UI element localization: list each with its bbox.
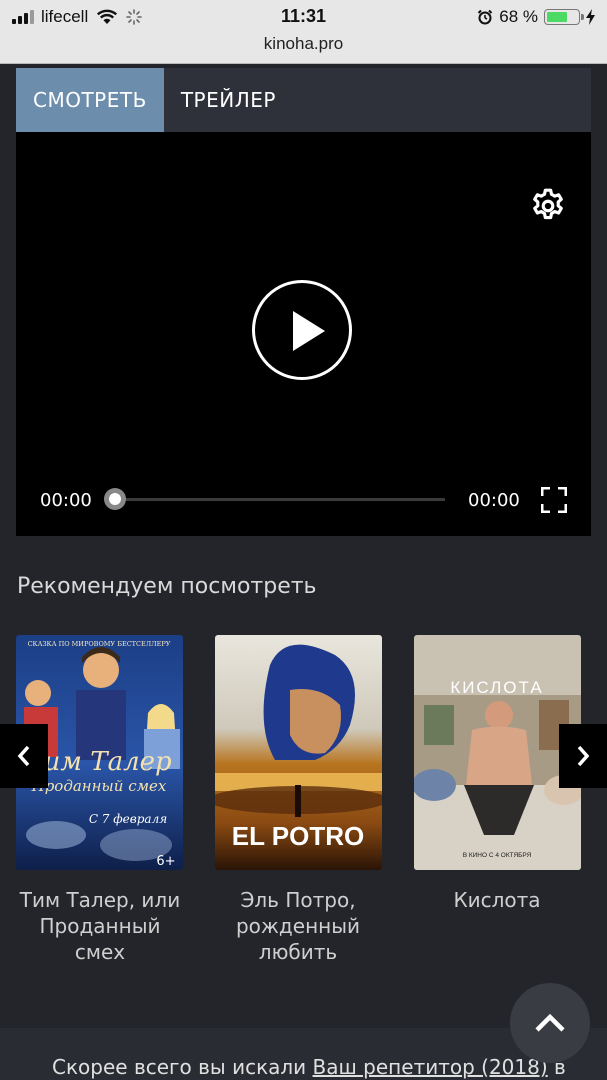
recommendations-title: Рекомендуем посмотреть	[17, 574, 317, 599]
charging-icon	[586, 9, 595, 25]
poster-image: КИСЛОТА В КИНО С 4 ОКТЯБРЯ	[414, 635, 581, 870]
poster-el-potro[interactable]: EL POTRO	[215, 635, 382, 870]
video-player[interactable]: 00:00 00:00	[16, 132, 591, 536]
carousel-prev-button[interactable]	[0, 724, 48, 788]
player-tabs: СМОТРЕТЬ ТРЕЙЛЕР	[16, 68, 591, 132]
card-title-el-potro[interactable]: Эль Потро, рожденный любить	[208, 887, 388, 965]
poster-tagline: СКАЗКА ПО МИРОВОМУ БЕСТСЕЛЛЕРУ	[28, 640, 171, 648]
footer-text: Скорее всего вы искали Ваш репетитор (20…	[52, 1055, 566, 1079]
title-line: смех	[74, 940, 126, 964]
title-line: Тим Талер, или	[19, 888, 181, 912]
poster-age: 6+	[156, 854, 175, 869]
poster-image: EL POTRO	[215, 635, 382, 870]
poster-title: EL POTRO	[232, 821, 364, 851]
alarm-icon	[478, 9, 493, 25]
gear-icon[interactable]	[529, 187, 567, 225]
poster-kislota[interactable]: КИСЛОТА В КИНО С 4 ОКТЯБРЯ	[414, 635, 581, 870]
carousel-next-button[interactable]	[559, 724, 607, 788]
footer-prefix: Скорее всего вы искали	[52, 1055, 307, 1079]
fullscreen-icon[interactable]	[541, 487, 567, 513]
status-right: 68 %	[477, 7, 595, 27]
title-line: рожденный	[235, 914, 361, 938]
title-line: Эль Потро,	[240, 888, 356, 912]
tab-watch[interactable]: СМОТРЕТЬ	[16, 68, 164, 132]
poster-title-1: Тим Талер	[26, 747, 172, 777]
card-title-kislota[interactable]: Кислота	[407, 887, 587, 913]
status-bar: lifecell 11:31 68 %	[0, 0, 607, 34]
card-title-tim-taler[interactable]: Тим Талер, или Проданный смех	[10, 887, 190, 965]
current-time: 00:00	[40, 490, 92, 511]
url-text: kinoha.pro	[263, 34, 344, 53]
scroll-top-button[interactable]	[510, 983, 590, 1063]
progress-knob[interactable]	[104, 488, 126, 510]
play-icon[interactable]	[252, 280, 352, 380]
title-line: любить	[258, 940, 338, 964]
title-line: Кислота	[453, 888, 541, 912]
footer-link[interactable]: Ваш репетитор (2018)	[313, 1055, 548, 1079]
duration: 00:00	[468, 490, 520, 511]
title-line: Проданный	[39, 914, 161, 938]
poster-title-2: Проданный смех	[31, 777, 167, 795]
address-bar[interactable]: kinoha.pro	[0, 34, 607, 64]
battery-icon	[544, 9, 584, 25]
chevron-up-icon	[535, 1013, 565, 1032]
poster-date: С 7 февраля	[89, 812, 167, 826]
poster-title: КИСЛОТА	[450, 678, 543, 697]
tab-trailer[interactable]: ТРЕЙЛЕР	[164, 68, 293, 132]
chevron-right-icon	[577, 745, 590, 767]
progress-track[interactable]	[114, 498, 445, 501]
poster-date: В КИНО С 4 ОКТЯБРЯ	[463, 852, 532, 859]
chevron-left-icon	[17, 745, 30, 767]
battery-percent: 68 %	[499, 7, 538, 26]
